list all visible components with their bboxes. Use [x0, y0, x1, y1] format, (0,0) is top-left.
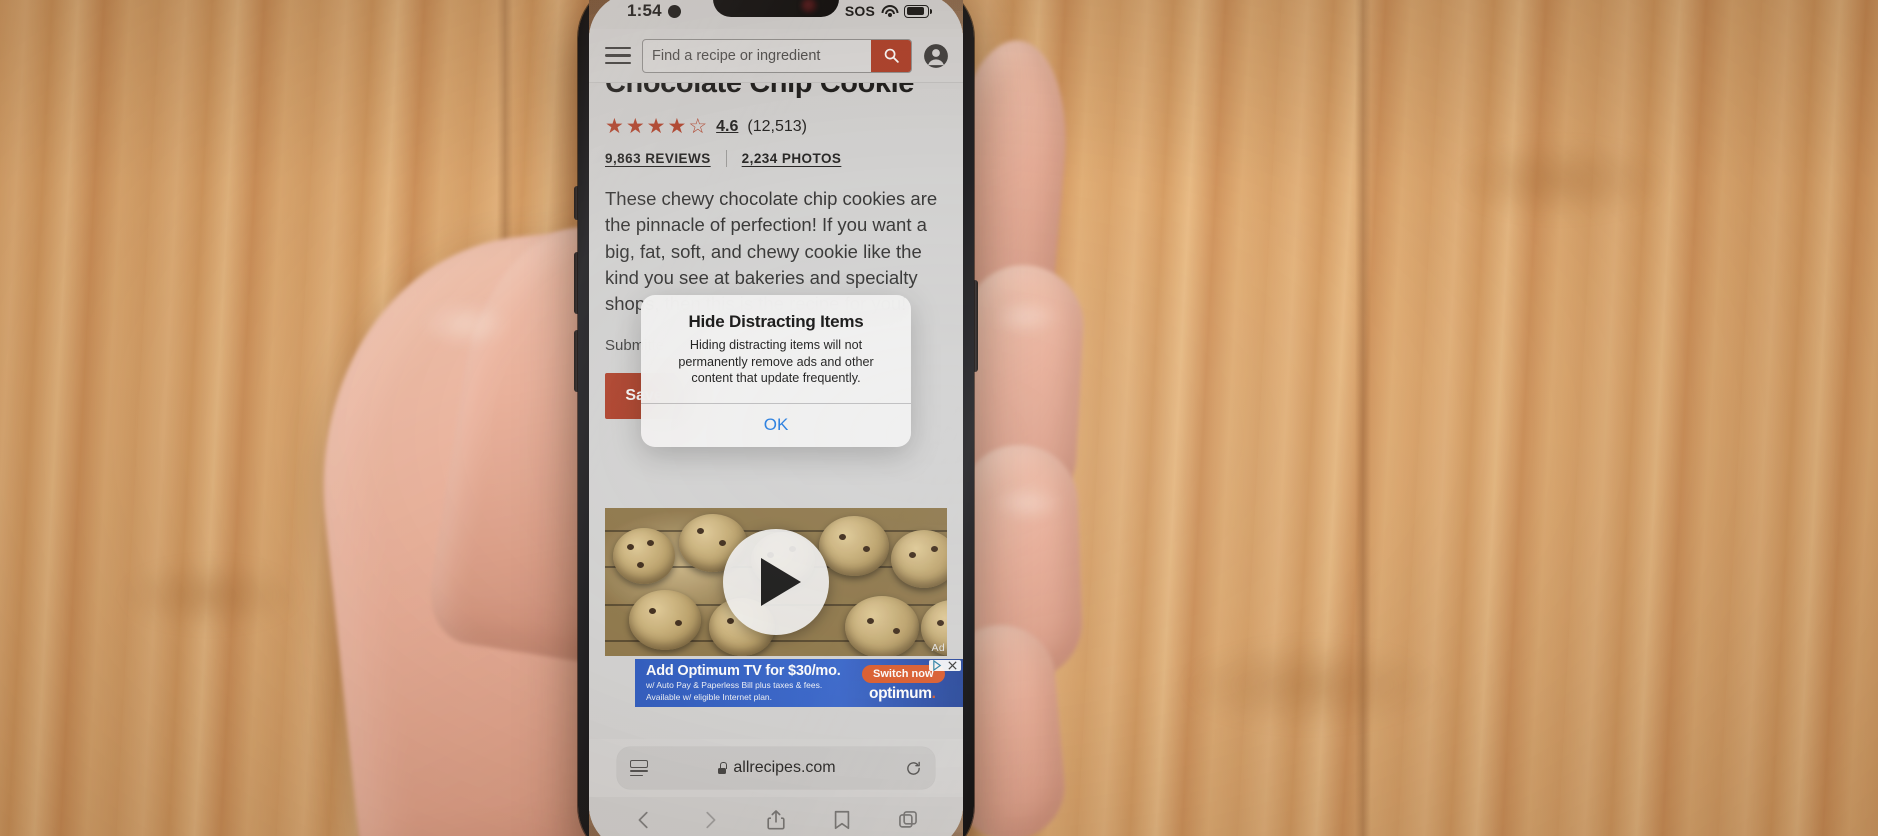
scene-background: 1:54 SOS Find a recipe or ingredient Cho…: [0, 0, 1878, 836]
knuckle-highlight: [990, 300, 1060, 334]
knuckle-highlight: [992, 486, 1062, 520]
dialog-message: Hiding distracting items will not perman…: [678, 338, 874, 386]
wood-knot: [1450, 140, 1670, 220]
wood-knot: [1180, 640, 1440, 730]
hide-distracting-items-dialog: Hide Distracting Items Hiding distractin…: [641, 295, 911, 448]
knuckle-highlight: [420, 300, 510, 348]
phone-screen: 1:54 SOS Find a recipe or ingredient Cho…: [589, 0, 963, 836]
dialog-ok-button[interactable]: OK: [641, 403, 911, 447]
phone-device: 1:54 SOS Find a recipe or ingredient Cho…: [578, 0, 974, 836]
dialog-title: Hide Distracting Items: [688, 312, 864, 331]
phone-bezel: 1:54 SOS Find a recipe or ingredient Cho…: [589, 0, 963, 836]
dialog-body: Hide Distracting Items Hiding distractin…: [641, 295, 911, 403]
alert-backdrop: Hide Distracting Items Hiding distractin…: [589, 0, 963, 836]
wood-knot: [120, 560, 300, 630]
